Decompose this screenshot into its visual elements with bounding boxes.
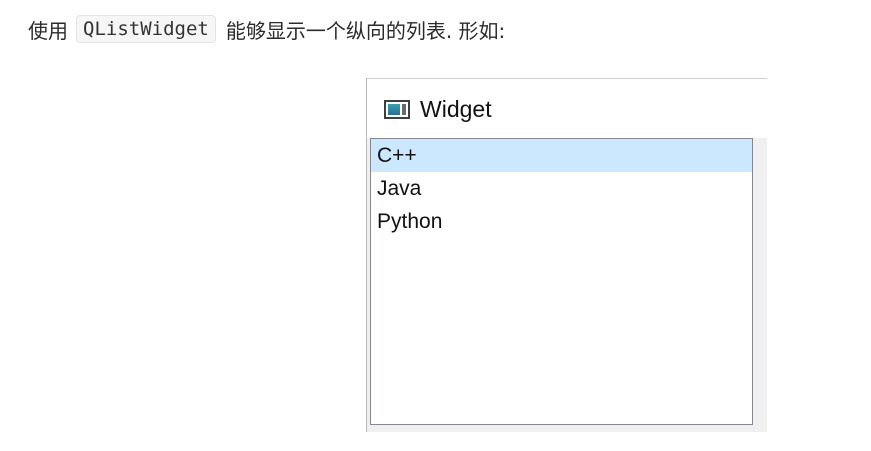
list-item-cpp[interactable]: C++ (371, 139, 752, 172)
list-widget[interactable]: C++ Java Python (370, 138, 753, 425)
app-window-icon (384, 100, 410, 119)
widget-window: Widget C++ Java Python (366, 78, 767, 432)
list-item-java[interactable]: Java (371, 172, 752, 205)
intro-suffix: 能够显示一个纵向的列表. 形如: (225, 18, 506, 43)
intro-prefix: 使用 (28, 18, 68, 43)
intro-text: 使用 QListWidget 能够显示一个纵向的列表. 形如: (28, 12, 505, 46)
inline-code: QListWidget (76, 15, 216, 43)
window-titlebar[interactable]: Widget (367, 79, 767, 138)
list-item-python[interactable]: Python (371, 205, 752, 238)
window-title: Widget (420, 96, 492, 122)
